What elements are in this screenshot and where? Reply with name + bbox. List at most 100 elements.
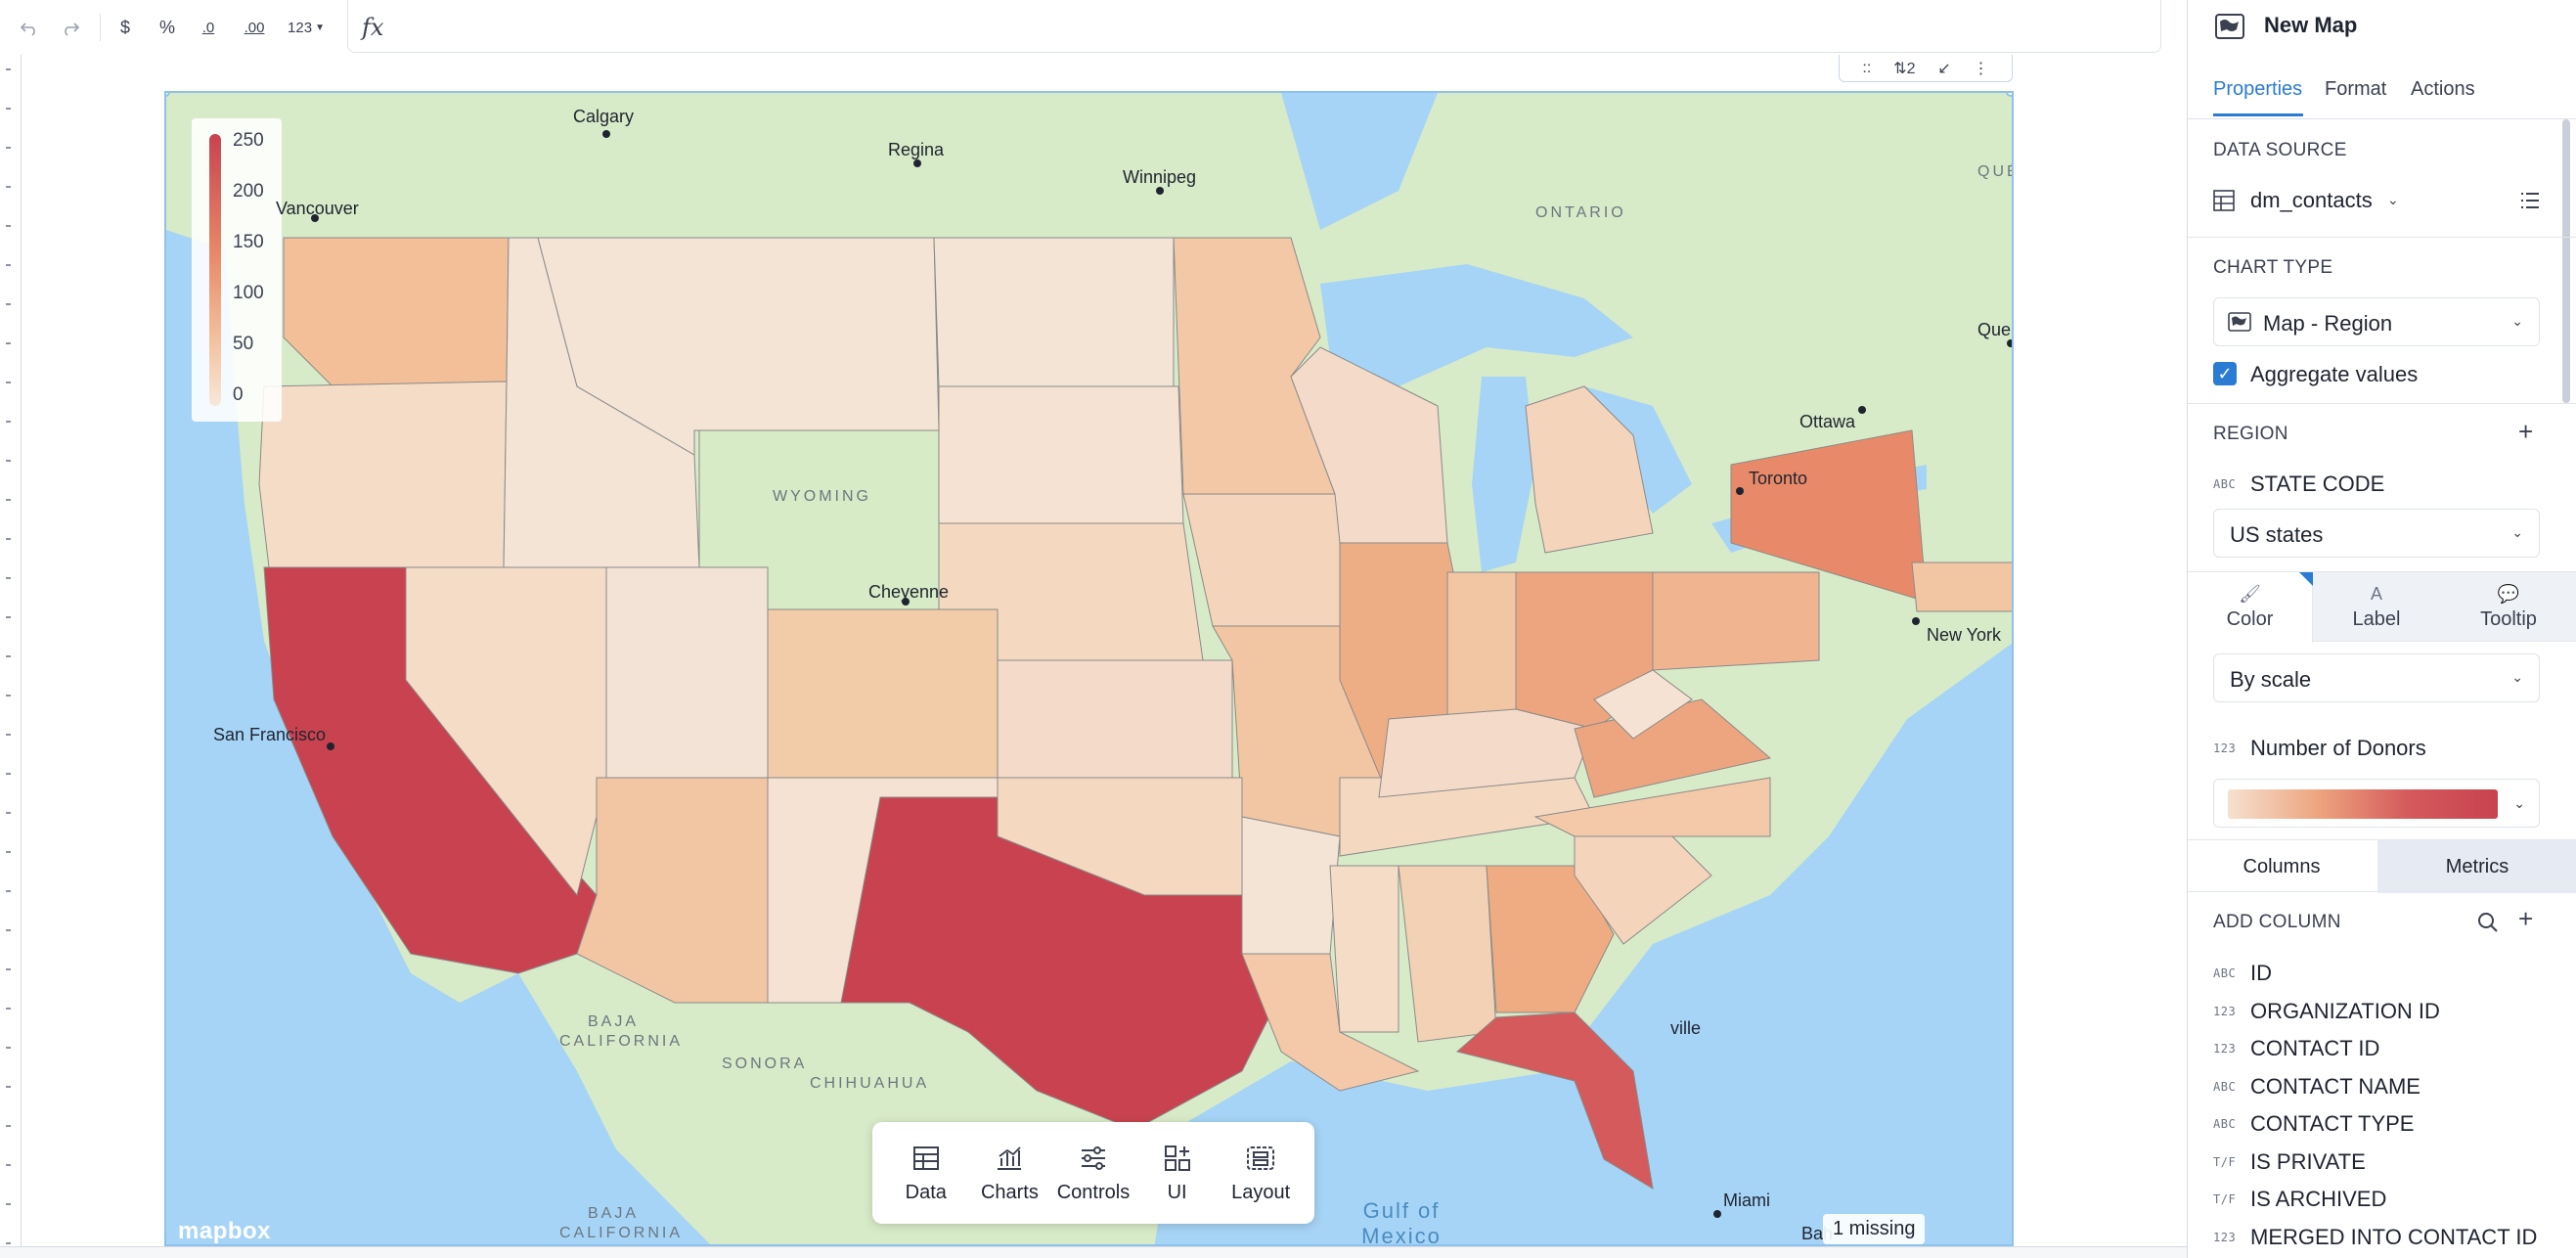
add-region-icon[interactable]: + [2518, 417, 2533, 447]
data-source-select[interactable]: dm_contacts [2250, 188, 2373, 213]
boundary-select[interactable]: US states ⌄ [2213, 509, 2540, 558]
column-item[interactable]: MERGED INTO CONTACT ID [2250, 1225, 2537, 1250]
aggregate-label: Aggregate values [2250, 362, 2419, 386]
number-format-dropdown[interactable]: 123 ▼ [282, 12, 331, 43]
drag-handle-icon[interactable]: :: [1862, 60, 1871, 77]
state-AR[interactable] [1241, 816, 1341, 955]
percent-format-button[interactable]: % [153, 12, 182, 43]
chevron-down-icon: ⌄ [2513, 795, 2525, 811]
state-CO[interactable] [767, 608, 999, 779]
resize-handle-top-right[interactable] [2006, 93, 2012, 97]
region-heading: REGION [2213, 424, 2288, 444]
column-item[interactable]: CONTACT TYPE [2250, 1111, 2414, 1137]
ruler-tick [6, 538, 11, 540]
column-item[interactable]: CONTACT ID [2250, 1036, 2379, 1061]
region-label: QUÉBEC [1977, 163, 2012, 180]
ruler-tick [6, 734, 11, 736]
chevron-down-icon: ⌄ [2511, 313, 2523, 329]
more-options-icon[interactable]: ⋮ [1974, 59, 1989, 78]
text-icon: A [2370, 584, 2382, 604]
column-item[interactable]: IS PRIVATE [2250, 1149, 2366, 1175]
chart-type-select[interactable]: Map - Region ⌄ [2213, 297, 2540, 346]
tab-metrics[interactable]: Metrics [2377, 840, 2576, 893]
dock-label: UI [1167, 1181, 1187, 1203]
city-label: Miami [1723, 1191, 1770, 1210]
column-item[interactable]: CONTACT NAME [2250, 1074, 2421, 1100]
paint-roller-icon: 🖌 [2239, 584, 2261, 604]
column-item[interactable]: ORGANIZATION ID [2250, 999, 2440, 1024]
column-item[interactable]: ID [2250, 961, 2272, 986]
layout-icon [1247, 1146, 1275, 1170]
chart-icon [998, 1146, 1022, 1170]
city-label: ville [1670, 1018, 1702, 1038]
ruler-tick [6, 68, 11, 70]
ruler-tick [6, 264, 11, 266]
state-OR[interactable] [258, 381, 508, 568]
ruler-tick [6, 890, 11, 892]
state-SD[interactable] [938, 385, 1184, 524]
collapse-icon[interactable]: ↙ [1937, 59, 1950, 78]
dock-charts-button[interactable]: Charts [970, 1143, 1048, 1204]
redo-button[interactable] [57, 12, 84, 43]
tab-label-encoding[interactable]: A Label [2314, 572, 2439, 643]
ruler-tick [6, 1164, 11, 1166]
state-CT-MA[interactable] [1911, 562, 2014, 612]
tab-columns[interactable]: Columns [2188, 840, 2376, 893]
ruler-tick [6, 499, 11, 501]
map-canvas[interactable] [166, 93, 2014, 1246]
city-label: Vancouver [276, 199, 359, 218]
search-icon[interactable] [2477, 912, 2499, 933]
ruler-tick [6, 186, 11, 188]
tab-tooltip[interactable]: 💬 Tooltip [2440, 572, 2576, 643]
city-label: Winnipeg [1123, 167, 1197, 187]
city-label: Que [1977, 320, 2012, 339]
tab-actions[interactable]: Actions [2411, 78, 2475, 101]
decrease-decimal-button[interactable]: .0 [194, 12, 223, 43]
tab-color[interactable]: 🖌 Color [2188, 572, 2313, 643]
ruler-tick [6, 1008, 11, 1010]
add-column-icon[interactable]: + [2518, 904, 2533, 934]
tab-format[interactable]: Format [2325, 78, 2386, 101]
dock-data-button[interactable]: Data [887, 1143, 965, 1204]
state-WA[interactable] [283, 237, 510, 387]
ruler-tick [6, 1125, 11, 1127]
active-encoding-marker [2299, 572, 2313, 586]
legend-label: 50 [233, 334, 254, 354]
metric-field[interactable]: Number of Donors [2250, 736, 2426, 761]
state-MS[interactable] [1329, 865, 1399, 1033]
undo-button[interactable] [16, 12, 43, 43]
dock-label: Charts [980, 1181, 1039, 1203]
dock-ui-button[interactable]: UI [1138, 1143, 1217, 1204]
map-widget[interactable]: 250 200 150 100 50 0 Calgary Regina Winn… [164, 91, 2014, 1246]
widget-dock: Data Charts Controls UI Layout [872, 1122, 1314, 1224]
dock-controls-button[interactable]: Controls [1054, 1143, 1133, 1204]
tab-properties[interactable]: Properties [2213, 78, 2302, 101]
panel-scrollbar[interactable] [2562, 119, 2570, 403]
panel-title[interactable]: New Map [2264, 13, 2357, 38]
city-label: Regina [888, 140, 945, 159]
formula-bar[interactable]: fx [347, 0, 2161, 53]
ruler-tick [6, 812, 11, 814]
canvas-bottom-strip [0, 1246, 2187, 1258]
missing-badge[interactable]: 1 missing [1823, 1214, 1926, 1244]
sort-icon[interactable]: ⇅2 [1893, 59, 1915, 78]
chevron-down-icon[interactable]: ⌄ [2387, 192, 2399, 208]
color-mode-select[interactable]: By scale ⌄ [2213, 653, 2540, 702]
region-label: SONORA [722, 1056, 808, 1072]
state-PA[interactable] [1652, 571, 1820, 671]
region-label: ONTARIO [1535, 204, 1626, 221]
tab-label: Color [2226, 608, 2274, 630]
state-ND[interactable] [933, 237, 1175, 387]
state-KS[interactable] [997, 659, 1233, 779]
increase-decimal-button[interactable]: .00 [237, 12, 272, 43]
state-UT[interactable] [605, 566, 769, 779]
aggregate-checkbox[interactable]: ✓ [2213, 362, 2237, 385]
list-icon[interactable] [2520, 192, 2540, 209]
dock-layout-button[interactable]: Layout [1221, 1143, 1300, 1204]
region-field[interactable]: STATE CODE [2250, 472, 2384, 497]
currency-format-button[interactable]: $ [111, 12, 139, 43]
divider [2188, 237, 2576, 238]
comment-icon: 💬 [2497, 584, 2520, 604]
color-scale-select[interactable]: ⌄ [2213, 779, 2540, 828]
column-item[interactable]: IS ARCHIVED [2250, 1187, 2386, 1212]
